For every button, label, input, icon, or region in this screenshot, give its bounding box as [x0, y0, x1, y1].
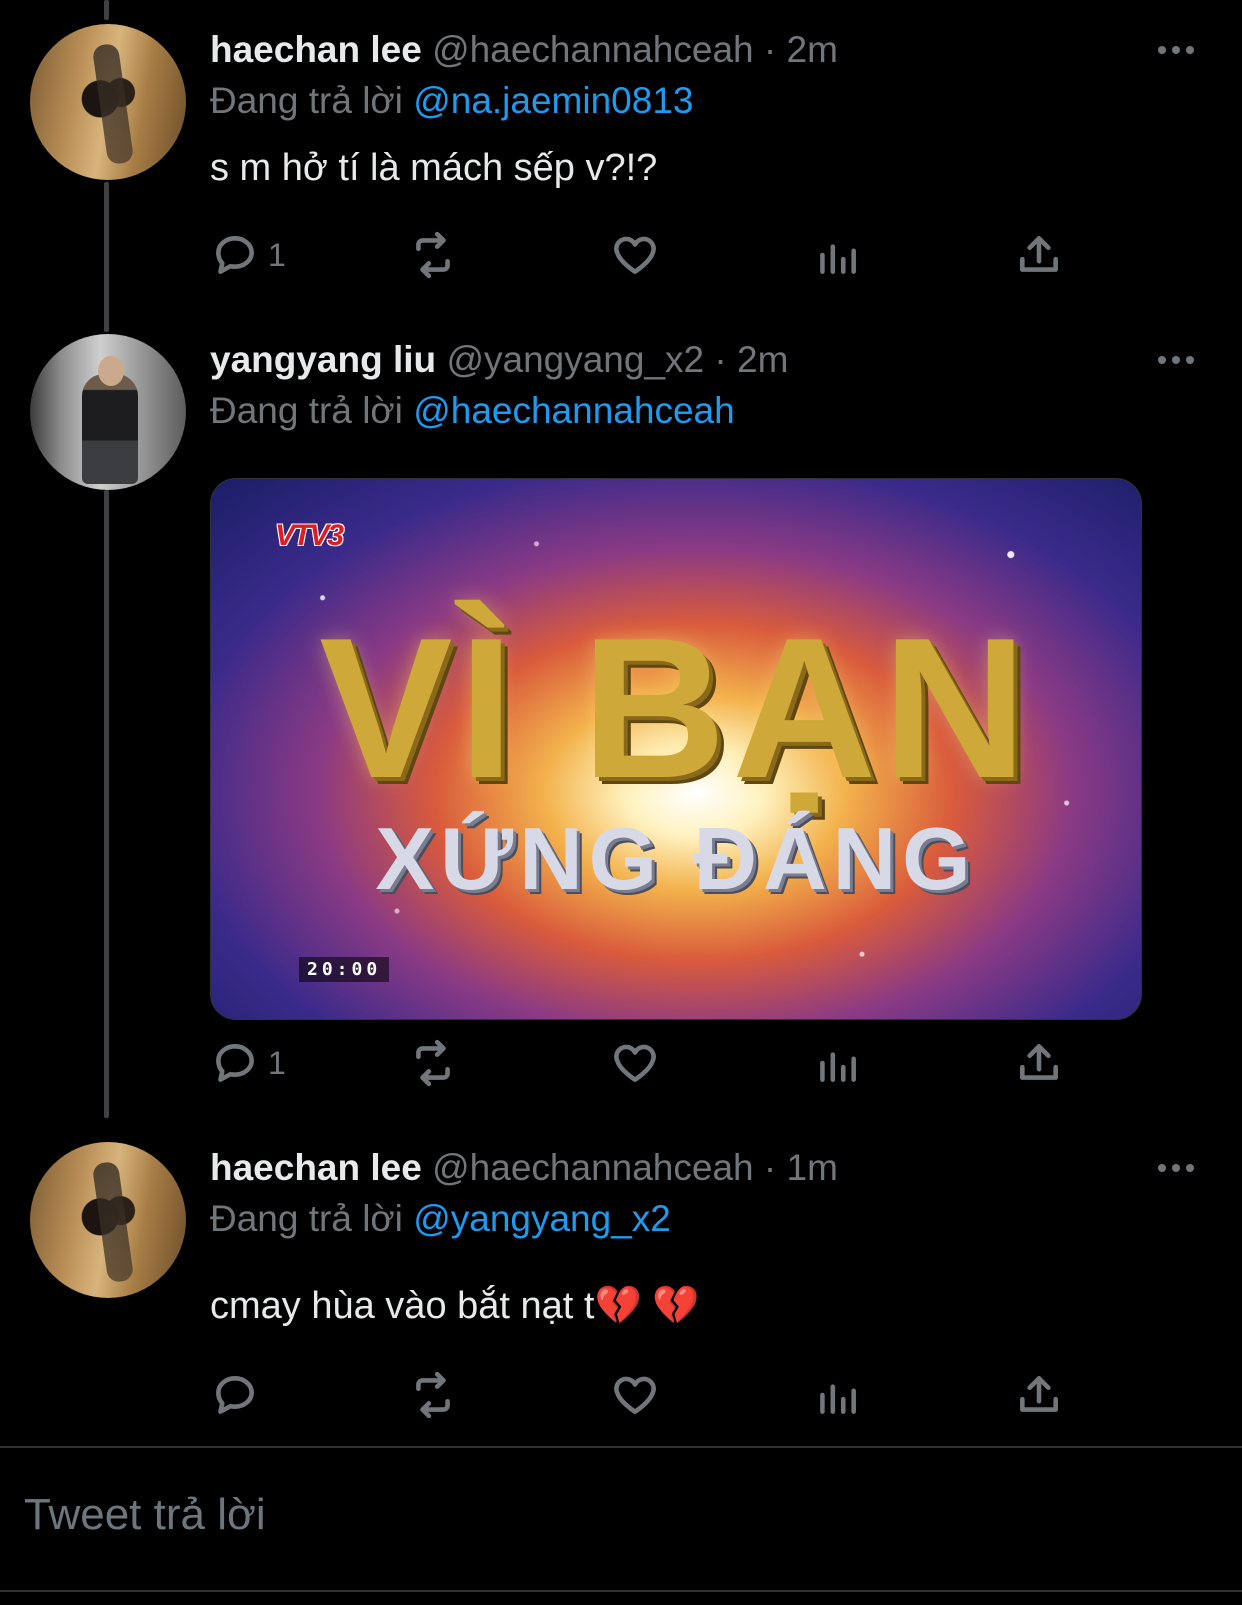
avatar[interactable] [30, 1142, 186, 1298]
reply-icon [216, 236, 254, 274]
author-handle[interactable]: @haechannahceah [432, 1147, 754, 1188]
author-name[interactable]: yangyang liu [210, 339, 436, 380]
separator: · [763, 1147, 777, 1188]
reply-button[interactable]: 1 [210, 225, 286, 285]
more-icon[interactable] [1158, 1158, 1198, 1178]
timestamp[interactable]: 2m [737, 339, 788, 380]
share-button[interactable] [1014, 1365, 1064, 1425]
retweet-icon [416, 231, 450, 279]
share-icon [1020, 1376, 1058, 1412]
like-icon [614, 1376, 656, 1414]
avatar[interactable] [30, 334, 186, 490]
like-icon [614, 1044, 656, 1082]
reply-count: 1 [268, 1044, 286, 1081]
analytics-button[interactable] [812, 1365, 862, 1425]
reply-button[interactable] [210, 1365, 268, 1425]
retweet-icon [416, 1371, 450, 1419]
share-button[interactable] [1014, 225, 1064, 285]
reply-icon [216, 1044, 254, 1082]
timestamp[interactable]: 2m [787, 29, 838, 70]
reply-compose-input[interactable]: Tweet trả lời [24, 1490, 266, 1540]
analytics-icon [820, 1384, 856, 1414]
like-icon [614, 236, 656, 274]
replying-mention[interactable]: @yangyang_x2 [413, 1198, 671, 1239]
like-button[interactable] [610, 1033, 660, 1093]
separator: · [714, 339, 727, 380]
analytics-button[interactable] [812, 1033, 862, 1093]
broadcast-time: 20:00 [299, 957, 390, 982]
timestamp[interactable]: 1m [787, 1147, 838, 1188]
reply-count: 1 [268, 236, 286, 273]
replying-label: Đang trả lời [210, 390, 403, 431]
share-icon [1020, 1044, 1058, 1080]
replying-mention[interactable]: @na.jaemin0813 [413, 80, 693, 121]
show-title-sub: XỨNG ĐÁNG [375, 809, 977, 908]
reply-button[interactable]: 1 [210, 1033, 286, 1093]
like-button[interactable] [610, 1365, 660, 1425]
avatar[interactable] [30, 24, 186, 180]
retweet-button[interactable] [408, 1033, 458, 1093]
more-icon[interactable] [1158, 350, 1198, 370]
analytics-icon [820, 244, 856, 274]
author-name[interactable]: haechan lee [210, 1147, 422, 1188]
channel-logo: VTV3 [275, 519, 344, 552]
retweet-button[interactable] [408, 225, 458, 285]
share-button[interactable] [1014, 1033, 1064, 1093]
replying-mention[interactable]: @haechannahceah [413, 390, 735, 431]
divider [0, 1590, 1242, 1592]
media-image[interactable]: VTV3 VÌ BẠN XỨNG ĐÁNG 20:00 [210, 478, 1142, 1020]
author-handle[interactable]: @yangyang_x2 [446, 339, 704, 380]
reply-icon [216, 1376, 254, 1414]
tweet-text: cmay hùa vào bắt nạt t💔 💔 [210, 1285, 700, 1327]
retweet-icon [416, 1039, 450, 1087]
share-icon [1020, 236, 1058, 272]
tweet-text: s m hở tí là mách sếp v?!? [210, 147, 658, 189]
analytics-button[interactable] [812, 225, 862, 285]
divider [0, 1446, 1242, 1448]
tweet[interactable]: haechan lee @haechannahceah · 2m Đang tr… [0, 0, 1242, 310]
tweet[interactable]: yangyang liu @yangyang_x2 · 2m Đang trả … [0, 310, 1242, 1110]
replying-label: Đang trả lời [210, 1198, 403, 1239]
tweet[interactable]: haechan lee @haechannahceah · 1m Đang tr… [0, 1118, 1242, 1448]
more-icon[interactable] [1158, 40, 1198, 60]
author-handle[interactable]: @haechannahceah [432, 29, 754, 70]
show-title-main: VÌ BẠN [319, 597, 1033, 820]
retweet-button[interactable] [408, 1365, 458, 1425]
separator: · [763, 29, 777, 70]
analytics-icon [820, 1052, 856, 1082]
replying-label: Đang trả lời [210, 80, 403, 121]
like-button[interactable] [610, 225, 660, 285]
author-name[interactable]: haechan lee [210, 29, 422, 70]
